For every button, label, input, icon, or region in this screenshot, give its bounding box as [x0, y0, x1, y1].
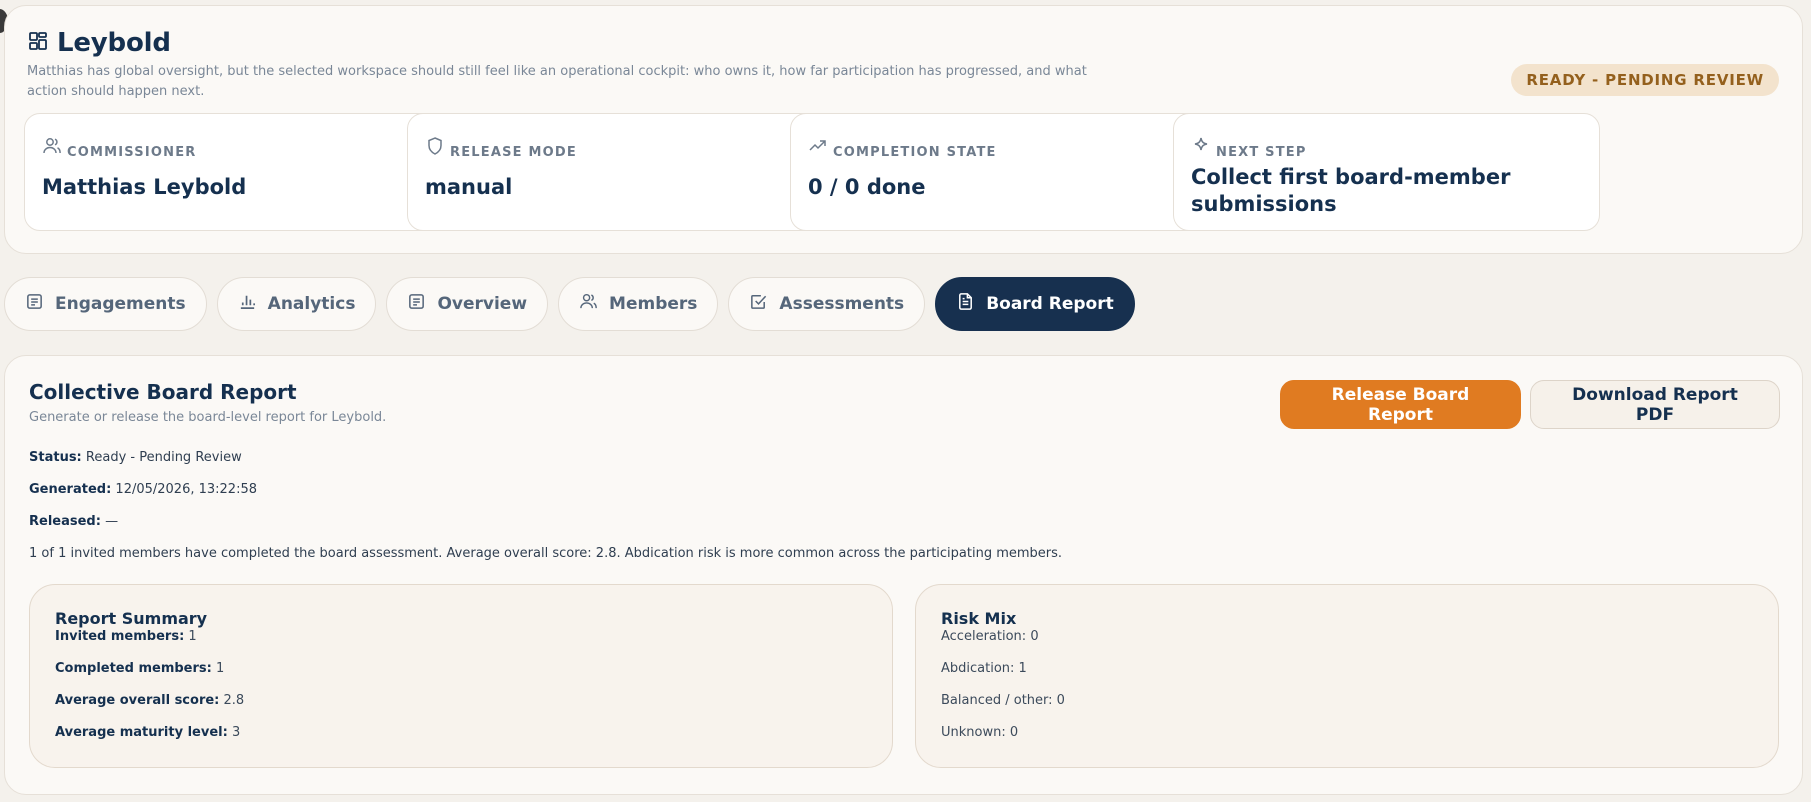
- stat-value: 0 / 0 done: [808, 175, 926, 199]
- stat-card-release-mode: RELEASE MODE manual: [407, 113, 834, 231]
- workspace-tabs: Engagements Analytics Overview Members A…: [4, 277, 1135, 331]
- tab-label: Overview: [437, 294, 528, 314]
- file-text-icon: [956, 292, 975, 316]
- stat-card-next-step: NEXT STEP Collect first board-member sub…: [1173, 113, 1600, 231]
- generated-label: Generated:: [29, 482, 112, 497]
- released-value: —: [105, 514, 119, 529]
- tab-label: Engagements: [55, 294, 186, 314]
- stat-label: COMMISSIONER: [42, 136, 197, 160]
- layout-grid-icon: [28, 31, 48, 55]
- report-summary-text: 1 of 1 invited members have completed th…: [29, 546, 1063, 561]
- trending-up-icon: [808, 136, 828, 160]
- summary-row-invited: Invited members: 1: [55, 629, 197, 644]
- summary-row-completed: Completed members: 1: [55, 661, 225, 676]
- board-report-card: Collective Board Report Generate or rele…: [4, 355, 1803, 795]
- users-icon: [579, 292, 598, 316]
- workspace-title: Leybold: [57, 28, 171, 58]
- workspace-title-row: Leybold: [28, 28, 171, 58]
- summary-row-maturity: Average maturity level: 3: [55, 725, 241, 740]
- stat-card-commissioner: COMMISSIONER Matthias Leybold: [24, 113, 451, 231]
- list-icon: [407, 292, 426, 316]
- status-line: Status: Ready - Pending Review: [29, 450, 242, 465]
- released-line: Released: —: [29, 514, 118, 529]
- bar-chart-icon: [238, 292, 257, 316]
- tab-board-report[interactable]: Board Report: [935, 277, 1135, 331]
- status-label: Status:: [29, 450, 82, 465]
- tab-overview[interactable]: Overview: [386, 277, 549, 331]
- tab-label: Analytics: [267, 294, 356, 314]
- report-summary-panel: Report Summary Invited members: 1 Comple…: [29, 584, 893, 768]
- tab-engagements[interactable]: Engagements: [4, 277, 207, 331]
- status-value: Ready - Pending Review: [85, 450, 242, 465]
- tab-members[interactable]: Members: [558, 277, 719, 331]
- tab-analytics[interactable]: Analytics: [216, 277, 377, 331]
- list-icon: [25, 292, 44, 316]
- tab-label: Assessments: [779, 294, 905, 314]
- risk-mix-panel: Risk Mix Acceleration: 0 Abdication: 1 B…: [915, 584, 1779, 768]
- panel-title: Report Summary: [55, 609, 208, 628]
- stat-value: Matthias Leybold: [42, 175, 247, 199]
- risk-row-unknown: Unknown: 0: [941, 725, 1019, 740]
- shield-icon: [425, 136, 445, 160]
- risk-row-abdication: Abdication: 1: [941, 661, 1027, 676]
- stat-label: NEXT STEP: [1191, 136, 1307, 160]
- panel-title: Risk Mix: [941, 609, 1017, 628]
- sparkle-icon: [1191, 136, 1211, 160]
- report-title: Collective Board Report: [29, 380, 297, 404]
- download-report-pdf-button[interactable]: Download Report PDF: [1530, 380, 1780, 429]
- released-label: Released:: [29, 514, 101, 529]
- status-badge: READY - PENDING REVIEW: [1511, 64, 1779, 96]
- check-square-icon: [749, 292, 768, 316]
- stat-label: COMPLETION STATE: [808, 136, 997, 160]
- stat-card-completion-state: COMPLETION STATE 0 / 0 done: [790, 113, 1217, 231]
- report-subtitle: Generate or release the board-level repo…: [29, 410, 387, 425]
- workspace-description: Matthias has global oversight, but the s…: [27, 64, 1087, 99]
- risk-row-acceleration: Acceleration: 0: [941, 629, 1039, 644]
- tab-label: Board Report: [986, 294, 1114, 314]
- generated-line: Generated: 12/05/2026, 13:22:58: [29, 482, 257, 497]
- users-icon: [42, 136, 62, 160]
- workspace-header-card: Leybold Matthias has global oversight, b…: [4, 5, 1803, 254]
- release-board-report-button[interactable]: Release Board Report: [1280, 380, 1521, 429]
- summary-row-average-score: Average overall score: 2.8: [55, 693, 245, 708]
- tab-label: Members: [609, 294, 698, 314]
- stat-label: RELEASE MODE: [425, 136, 577, 160]
- stat-value: Collect first board-member submissions: [1191, 165, 1511, 216]
- risk-row-balanced: Balanced / other: 0: [941, 693, 1065, 708]
- tab-assessments[interactable]: Assessments: [728, 277, 926, 331]
- stat-value: manual: [425, 175, 513, 199]
- generated-value: 12/05/2026, 13:22:58: [115, 482, 257, 497]
